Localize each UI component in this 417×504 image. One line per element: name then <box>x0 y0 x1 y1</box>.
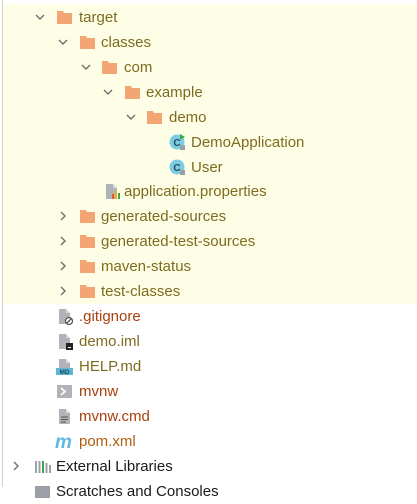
text-file-icon <box>56 408 73 425</box>
folder-icon <box>79 258 96 275</box>
folder-icon <box>146 109 163 126</box>
folder-icon <box>79 208 96 225</box>
svg-text:m: m <box>55 433 72 450</box>
tree-item-label: maven-status <box>101 258 192 275</box>
tree-item-mvnw[interactable]: mvnw <box>0 379 417 404</box>
chevron-right-icon[interactable] <box>57 260 69 272</box>
tree-item-label: Scratches and Consoles <box>56 483 219 500</box>
chevron-right-icon[interactable] <box>57 285 69 297</box>
folder-icon <box>56 9 73 26</box>
gitignore-file-icon <box>56 308 73 325</box>
tree-item-com[interactable]: com <box>0 55 417 80</box>
folder-icon <box>79 283 96 300</box>
maven-icon: m <box>55 433 72 450</box>
tree-item-generated-sources[interactable]: generated-sources <box>0 204 417 229</box>
chevron-down-icon[interactable] <box>102 86 114 98</box>
chevron-right-icon[interactable] <box>10 460 22 472</box>
svg-text:MD: MD <box>59 369 69 375</box>
chevron-down-icon[interactable] <box>80 61 92 73</box>
tree-item-example[interactable]: example <box>0 80 417 105</box>
tree-item-label: External Libraries <box>56 458 173 475</box>
tree-item-label: application.properties <box>124 183 267 200</box>
tree-item-label: mvnw <box>79 383 119 400</box>
markdown-file-icon: MD <box>56 358 73 375</box>
tree-item-classes[interactable]: classes <box>0 30 417 55</box>
libraries-icon <box>35 461 51 473</box>
tree-item-label: target <box>79 9 118 26</box>
folder-icon <box>79 233 96 250</box>
tree-item-demo-iml[interactable]: demo.iml <box>0 329 417 354</box>
tree-item-target[interactable]: target <box>0 5 417 30</box>
tree-item-label: com <box>124 59 153 76</box>
tree-item-pom-xml[interactable]: m pom.xml <box>0 429 417 454</box>
tree-item-demo-application[interactable]: DemoApplication <box>0 130 417 155</box>
class-icon <box>169 159 186 176</box>
tree-item-label: generated-test-sources <box>101 233 256 250</box>
tree-item-label: .gitignore <box>79 308 141 325</box>
tree-item-label: HELP.md <box>79 358 142 375</box>
chevron-right-icon[interactable] <box>57 210 69 222</box>
tree-item-label: DemoApplication <box>191 134 305 151</box>
tree-item-user[interactable]: User <box>0 155 417 180</box>
tree-item-label: mvnw.cmd <box>79 408 150 425</box>
chevron-down-icon[interactable] <box>57 36 69 48</box>
module-file-icon <box>56 333 73 350</box>
spring-boot-class-icon <box>169 134 185 151</box>
tree-item-scratches[interactable]: Scratches and Consoles <box>0 479 417 504</box>
tree-item-help-md[interactable]: MD HELP.md <box>0 354 417 379</box>
folder-icon <box>79 34 96 51</box>
tree-item-label: demo <box>169 109 207 126</box>
tree-item-label: classes <box>101 34 152 51</box>
tree-item-gitignore[interactable]: .gitignore <box>0 304 417 329</box>
scratches-icon <box>35 486 50 498</box>
tree-item-label: example <box>146 84 203 101</box>
tree-item-application-properties[interactable]: application.properties <box>0 179 417 204</box>
tree-item-generated-test-sources[interactable]: generated-test-sources <box>0 229 417 254</box>
tree-item-external-libraries[interactable]: External Libraries <box>0 454 417 479</box>
tree-item-label: User <box>191 159 223 176</box>
tree-item-label: generated-sources <box>101 208 227 225</box>
chevron-down-icon[interactable] <box>125 111 137 123</box>
properties-file-icon <box>103 183 120 199</box>
tree-item-test-classes[interactable]: test-classes <box>0 279 417 304</box>
tree-item-label: demo.iml <box>79 333 140 350</box>
shell-script-icon <box>57 385 72 398</box>
folder-icon <box>101 59 118 76</box>
tree-item-demo[interactable]: demo <box>0 105 417 130</box>
tree-item-label: test-classes <box>101 283 181 300</box>
tree-item-mvnw-cmd[interactable]: mvnw.cmd <box>0 404 417 429</box>
chevron-right-icon[interactable] <box>57 235 69 247</box>
chevron-down-icon[interactable] <box>34 11 46 23</box>
folder-icon <box>124 84 141 101</box>
tree-item-maven-status[interactable]: maven-status <box>0 254 417 279</box>
tree-item-label: pom.xml <box>79 433 136 450</box>
